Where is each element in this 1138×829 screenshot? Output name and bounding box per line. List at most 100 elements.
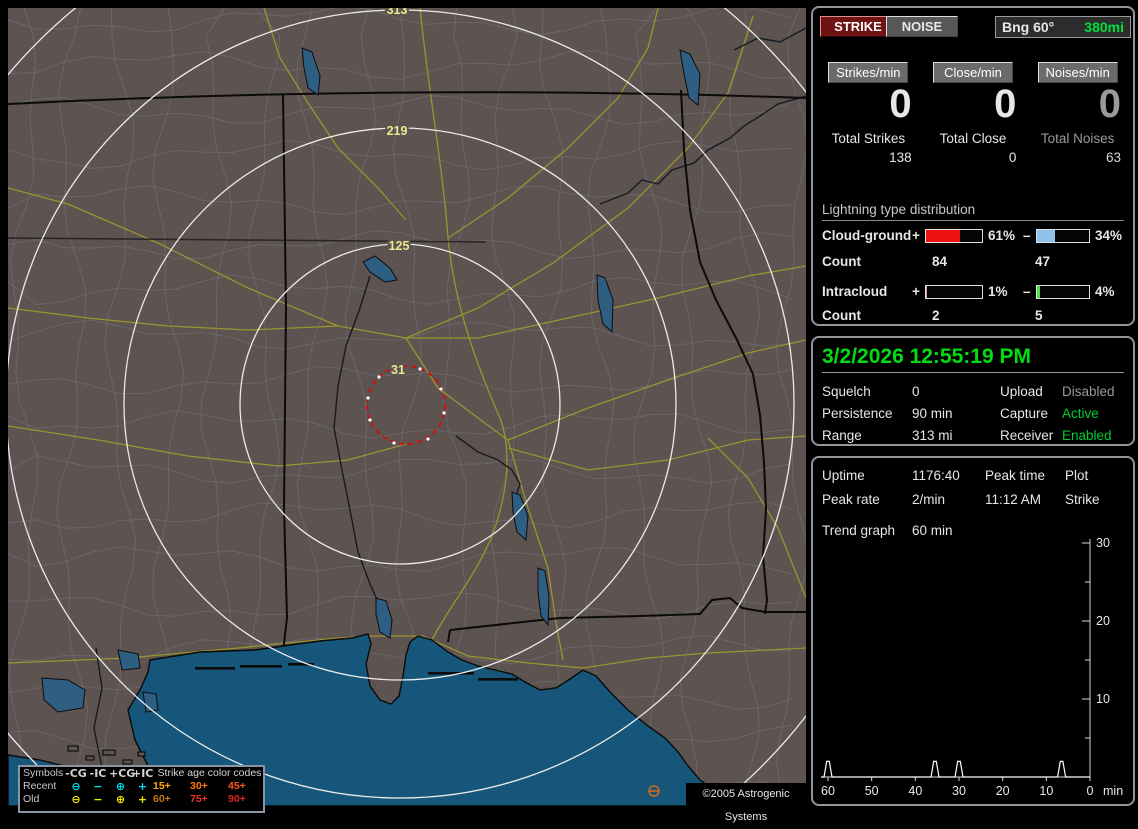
cursor-range-value: 380mi: [1084, 19, 1124, 35]
cg-count-label: Count: [822, 254, 861, 269]
plot-mode-value: Strike: [1065, 492, 1100, 507]
peak-rate-label: Peak rate: [822, 492, 880, 507]
recent-pos-ic-icon: +: [137, 780, 148, 793]
total-strikes-value: 138: [889, 150, 912, 165]
range-label: Range: [822, 428, 862, 443]
bearing-value: Bng 60°: [1002, 19, 1055, 35]
cg-negative-count: 47: [1035, 254, 1051, 269]
svg-text:0: 0: [1087, 784, 1094, 798]
bearing-range-readout: Bng 60° 380mi: [995, 16, 1131, 38]
old-neg-cg-icon: ⊖: [71, 793, 81, 806]
noises-per-min-value: 0: [1098, 82, 1121, 126]
intracloud-label: Intracloud: [822, 284, 888, 299]
svg-text:31: 31: [391, 363, 405, 377]
svg-text:219: 219: [387, 124, 408, 138]
cloud-ground-count-row: Count 84 47: [813, 254, 1133, 269]
distribution-title: Lightning type distribution: [822, 202, 976, 217]
close-column: Close/min 0 Total Close 0: [928, 62, 1019, 165]
age-90: 90+: [228, 793, 246, 805]
ic-positive-count: 2: [932, 308, 940, 323]
upload-value: Disabled: [1062, 384, 1115, 399]
legend-age-header: Strike age color codes: [157, 767, 262, 779]
persistence-label: Persistence: [822, 406, 893, 421]
datetime-display: 3/2/2026 12:55:19 PM: [822, 345, 1031, 368]
minus-sign: –: [1023, 284, 1031, 299]
counters-panel: STRIKE NOISE Bng 60° 380mi Strikes/min 0…: [811, 6, 1135, 326]
recent-neg-cg-icon: ⊖: [71, 780, 81, 793]
noises-column: Noises/min 0 Total Noises 63: [1032, 62, 1123, 165]
close-per-min-button[interactable]: Close/min: [932, 62, 1013, 83]
close-per-min-value: 0: [994, 82, 1017, 126]
intracloud-count-row: Count 2 5: [813, 308, 1133, 323]
age-15: 15+: [153, 780, 171, 792]
total-strikes-label: Total Strikes: [831, 131, 906, 146]
noises-per-min-button[interactable]: Noises/min: [1037, 62, 1118, 83]
plus-sign: +: [912, 228, 920, 243]
legend-header-row: Symbols -CG -IC +CG +IC Strike age color…: [20, 767, 263, 780]
svg-text:60: 60: [821, 784, 835, 798]
receiver-label: Receiver: [1000, 428, 1054, 443]
datetime-divider: [822, 372, 1124, 373]
cg-positive-pct: 61%: [988, 228, 1016, 243]
cg-positive-count: 84: [932, 254, 948, 269]
strike-legend: Symbols -CG -IC +CG +IC Strike age color…: [18, 765, 265, 813]
svg-text:min: min: [1103, 784, 1123, 798]
ic-negative-count: 5: [1035, 308, 1043, 323]
legend-symbols-header: Symbols: [23, 767, 64, 779]
upload-label: Upload: [1000, 384, 1043, 399]
status-grid: Squelch 0 Upload Disabled Persistence 90…: [822, 384, 1124, 443]
uptime-label: Uptime: [822, 468, 865, 483]
peak-time-label: Peak time: [985, 468, 1046, 483]
trend-graph: 30 20 10 60 50 40 30 20 10 0 min: [821, 536, 1123, 798]
nexstorm-app: { "toolbar": { "strike_label": "STRIKE",…: [0, 0, 1138, 823]
strikes-per-min-value: 0: [889, 82, 912, 126]
age-75: 75+: [190, 793, 208, 805]
svg-text:125: 125: [389, 239, 410, 253]
legend-recent-row: Recent ⊖ − ⊕ + 15+ 30+ 45+: [20, 780, 263, 793]
legend-col-neg-cg: -CG: [65, 767, 87, 780]
cg-negative-bar: [1036, 228, 1090, 243]
stats-panel: Uptime 1176:40 Peak time Plot Peak rate …: [811, 456, 1135, 806]
legend-recent-label: Recent: [23, 780, 57, 792]
old-neg-ic-icon: −: [93, 793, 103, 806]
peak-rate-value: 2/min: [912, 492, 946, 507]
rate-counters: Strikes/min 0 Total Strikes 138 Close/mi…: [813, 62, 1133, 165]
total-close-label: Total Close: [939, 131, 1007, 146]
map-svg[interactable]: 313 219 125 31: [8, 8, 806, 806]
svg-text:20: 20: [1096, 614, 1110, 628]
plot-label: Plot: [1065, 468, 1089, 483]
noise-toggle-button[interactable]: NOISE: [886, 16, 958, 37]
uptime-value: 1176:40: [912, 468, 960, 483]
svg-text:10: 10: [1039, 784, 1053, 798]
copyright-text: ©2005 Astrogenic Systems: [686, 783, 806, 823]
cloud-ground-row: Cloud-ground + 61% – 34%: [813, 228, 1133, 243]
recent-neg-ic-icon: −: [93, 780, 103, 793]
svg-text:313: 313: [387, 8, 408, 17]
squelch-label: Squelch: [822, 384, 871, 399]
ic-positive-bar: [925, 284, 983, 299]
svg-text:10: 10: [1096, 692, 1110, 706]
cloud-ground-label: Cloud-ground: [822, 228, 912, 243]
legend-old-label: Old: [23, 793, 40, 805]
ic-negative-bar: [1036, 284, 1090, 299]
svg-text:40: 40: [908, 784, 922, 798]
age-45: 45+: [228, 780, 246, 792]
ic-negative-pct: 4%: [1095, 284, 1115, 299]
total-noises-label: Total Noises: [1040, 131, 1115, 146]
age-30: 30+: [190, 780, 208, 792]
old-pos-ic-icon: +: [137, 793, 148, 806]
status-panel: 3/2/2026 12:55:19 PM Squelch 0 Upload Di…: [811, 336, 1135, 446]
strikes-column: Strikes/min 0 Total Strikes 138: [823, 62, 914, 165]
strike-toggle-button[interactable]: STRIKE: [820, 16, 896, 37]
stats-grid: Uptime 1176:40 Peak time Plot Peak rate …: [822, 468, 1124, 507]
strikes-per-min-button[interactable]: Strikes/min: [828, 62, 909, 83]
map-display[interactable]: 313 219 125 31 Symbols -CG -IC +CG +IC S…: [8, 8, 806, 813]
old-pos-cg-icon: ⊕: [115, 793, 126, 806]
ic-positive-pct: 1%: [988, 284, 1008, 299]
svg-text:50: 50: [865, 784, 879, 798]
distribution-divider: [822, 220, 1124, 221]
persistence-value: 90 min: [912, 406, 953, 421]
receiver-value: Enabled: [1062, 428, 1112, 443]
legend-old-row: Old ⊖ − ⊕ + 60+ 75+ 90+: [20, 793, 263, 806]
cg-negative-pct: 34%: [1095, 228, 1123, 243]
